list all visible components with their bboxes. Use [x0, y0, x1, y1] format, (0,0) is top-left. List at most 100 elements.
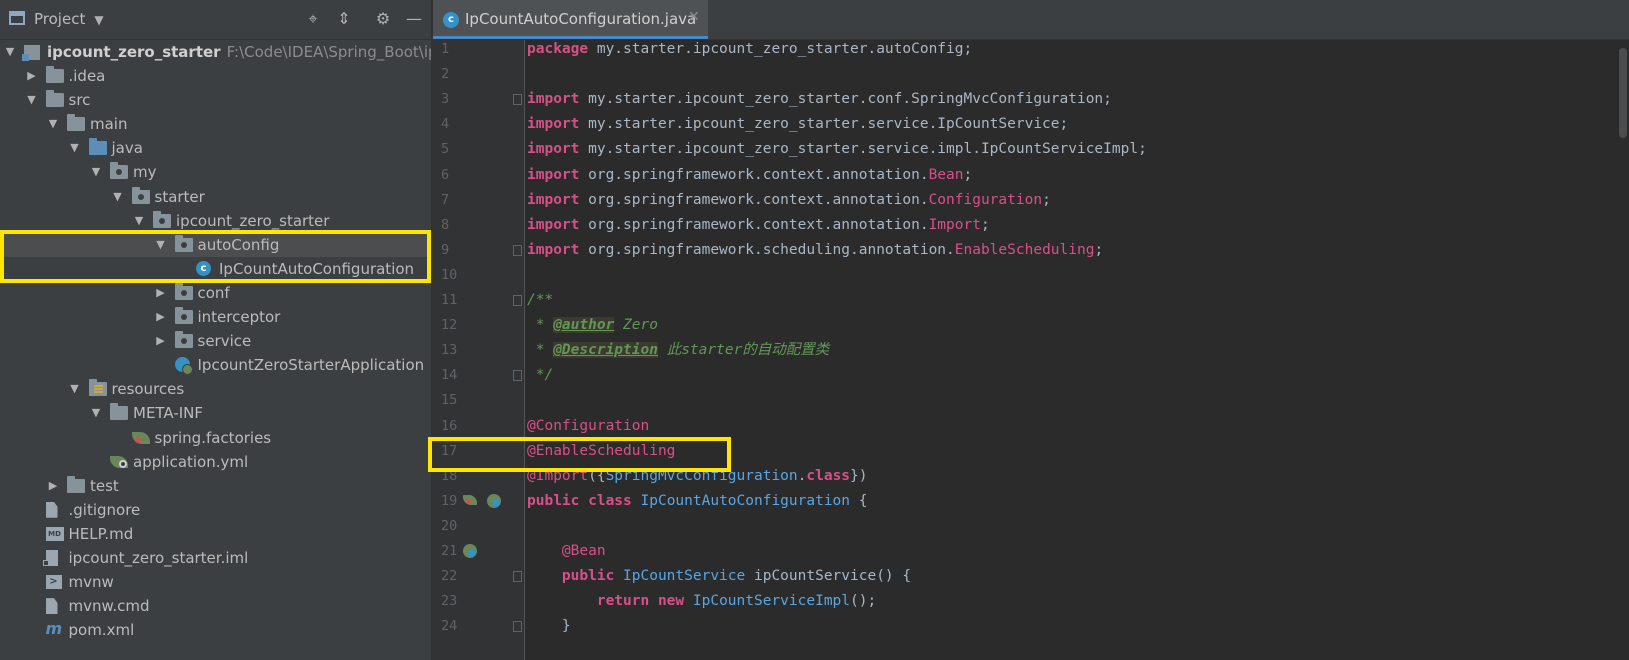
- code-text: return new IpCountServiceImpl();: [527, 589, 876, 614]
- tree-item[interactable]: ▶ test: [0, 474, 431, 498]
- code-line[interactable]: import org.springframework.context.annot…: [433, 188, 1629, 213]
- code-line[interactable]: package my.starter.ipcount_zero_starter.…: [433, 40, 1629, 62]
- tree-item[interactable]: ▼ ipcount_zero_starter: [0, 209, 431, 233]
- expand-arrow-icon[interactable]: ▼: [26, 88, 38, 112]
- tree-item[interactable]: ▶ service: [0, 329, 431, 353]
- code-line[interactable]: @Import({SpringMvcConfiguration.class}): [433, 464, 1629, 489]
- code-line[interactable]: /**: [433, 288, 1629, 313]
- code-line[interactable]: [433, 514, 1629, 539]
- tree-item[interactable]: ipcount_zero_starter.iml: [0, 546, 431, 570]
- tree-item[interactable]: ▶ interceptor: [0, 305, 431, 329]
- tree-item[interactable]: mvnw.cmd: [0, 594, 431, 618]
- expand-arrow-icon[interactable]: ▼: [90, 401, 102, 425]
- folder-icon: [110, 403, 128, 421]
- tree-item[interactable]: MD HELP.md: [0, 522, 431, 546]
- tree-item[interactable]: ▼ src: [0, 88, 431, 112]
- code-text: import my.starter.ipcount_zero_starter.c…: [527, 87, 1112, 112]
- code-text: import org.springframework.scheduling.an…: [527, 238, 1103, 263]
- tree-item[interactable]: ▶ conf: [0, 281, 431, 305]
- expand-arrow-icon[interactable]: ▼: [47, 112, 59, 136]
- code-line[interactable]: @Bean: [433, 539, 1629, 564]
- tree-item[interactable]: ▼ ipcount_zero_starter F:\Code\IDEA\Spring…: [0, 40, 431, 64]
- class-icon: c: [443, 12, 459, 28]
- code-line[interactable]: import my.starter.ipcount_zero_starter.c…: [433, 87, 1629, 112]
- expand-arrow-icon[interactable]: ▼: [69, 377, 81, 401]
- code-text: import my.starter.ipcount_zero_starter.s…: [527, 137, 1147, 162]
- code-token: my.starter.ipcount_zero_starter.conf.Spr…: [588, 91, 1112, 108]
- code-token: ;: [963, 166, 973, 183]
- expand-arrow-icon[interactable]: ▼: [4, 40, 16, 64]
- tree-item[interactable]: spring.factories: [0, 426, 431, 450]
- tree-item[interactable]: ▼ META-INF: [0, 401, 431, 425]
- tree-item-label: my: [133, 160, 157, 184]
- code-line[interactable]: @Configuration: [433, 414, 1629, 439]
- editor-scrollbar[interactable]: [1617, 40, 1629, 660]
- code-line[interactable]: @EnableScheduling: [433, 439, 1629, 464]
- tree-item-name: IpCountAutoConfiguration: [219, 259, 415, 278]
- code-text: @Bean: [527, 539, 606, 564]
- code-line[interactable]: [433, 263, 1629, 288]
- scrollbar-thumb[interactable]: [1619, 48, 1627, 138]
- expand-arrow-icon[interactable]: ▼: [133, 209, 145, 233]
- tree-item[interactable]: IpcountZeroStarterApplication: [0, 353, 431, 377]
- tree-item[interactable]: ▼ main: [0, 112, 431, 136]
- code-line[interactable]: import my.starter.ipcount_zero_starter.s…: [433, 112, 1629, 137]
- collapse-arrow-icon[interactable]: ▶: [26, 64, 38, 88]
- project-view-selector[interactable]: Project: [34, 10, 85, 28]
- code-line[interactable]: * @author Zero: [433, 313, 1629, 338]
- tree-item[interactable]: .gitignore: [0, 498, 431, 522]
- collapse-arrow-icon[interactable]: ▶: [155, 305, 167, 329]
- code-line[interactable]: * @Description 此starter的自动配置类: [433, 338, 1629, 363]
- tree-item[interactable]: ▼ starter: [0, 185, 431, 209]
- locate-target-icon[interactable]: ⌖: [302, 8, 324, 30]
- code-token: ;: [1042, 191, 1051, 208]
- tree-item[interactable]: c IpCountAutoConfiguration: [0, 257, 431, 281]
- code-editor[interactable]: 1 2 3 4 5 6 7 8 9 10 11 12 13 14 15 16 17 18 19 20 21 22 23 24 …: [433, 40, 1629, 660]
- code-line[interactable]: [433, 62, 1629, 87]
- folder-icon: [67, 475, 85, 493]
- expand-arrow-icon[interactable]: ▼: [69, 136, 81, 160]
- code-line[interactable]: import org.springframework.context.annot…: [433, 163, 1629, 188]
- code-line[interactable]: import org.springframework.scheduling.an…: [433, 238, 1629, 263]
- collapse-arrow-icon[interactable]: ▶: [155, 281, 167, 305]
- code-line[interactable]: public class IpCountAutoConfiguration {: [433, 489, 1629, 514]
- minimize-icon[interactable]: —: [403, 8, 425, 30]
- code-line[interactable]: return new IpCountServiceImpl();: [433, 589, 1629, 614]
- code-line[interactable]: [433, 388, 1629, 413]
- tree-item[interactable]: ▶ .idea: [0, 64, 431, 88]
- chevron-down-icon[interactable]: ▼: [88, 9, 110, 31]
- tree-item-label: META-INF: [133, 401, 203, 425]
- code-line[interactable]: import org.springframework.context.annot…: [433, 213, 1629, 238]
- close-icon[interactable]: ✕: [688, 9, 700, 25]
- collapse-arrow-icon[interactable]: ▶: [47, 474, 59, 498]
- code-text: * @Description 此starter的自动配置类: [527, 338, 829, 363]
- tree-item-label: .idea: [69, 64, 106, 88]
- tree-item-name: .gitignore: [68, 500, 141, 519]
- iml-file-icon: [42, 549, 58, 566]
- collapse-all-icon[interactable]: ⇕: [333, 8, 355, 30]
- tree-item[interactable]: ▼ autoConfig: [0, 232, 431, 257]
- tree-item-label: mvnw: [69, 570, 114, 594]
- code-token: ();: [850, 593, 877, 610]
- expand-arrow-icon[interactable]: ▼: [112, 185, 124, 209]
- collapse-arrow-icon[interactable]: ▶: [155, 329, 167, 353]
- tree-item[interactable]: ▼ my: [0, 160, 431, 184]
- code-token: Configuration: [928, 191, 1043, 208]
- expand-arrow-icon[interactable]: ▼: [155, 233, 167, 257]
- gear-icon[interactable]: ⚙: [372, 8, 394, 30]
- tree-item[interactable]: ▼ java: [0, 136, 431, 160]
- expand-arrow-icon[interactable]: ▼: [90, 160, 102, 184]
- tree-item[interactable]: > mvnw: [0, 570, 431, 594]
- tree-item[interactable]: application.yml: [0, 450, 431, 474]
- code-line[interactable]: */: [433, 363, 1629, 388]
- tree-item-label: ipcount_zero_starter F:\Code\IDEA\Spring_…: [47, 40, 431, 64]
- tab-ipcountautoconfiguration[interactable]: c IpCountAutoConfiguration.java ✕: [433, 0, 708, 39]
- code-line[interactable]: public IpCountService ipCountService() {: [433, 564, 1629, 589]
- code-token: ;: [980, 216, 990, 233]
- tree-item[interactable]: ▼ resources: [0, 377, 431, 401]
- tree-item-label: interceptor: [198, 305, 281, 329]
- code-line[interactable]: }: [433, 614, 1629, 639]
- tree-item[interactable]: m pom.xml: [0, 618, 431, 642]
- code-line[interactable]: import my.starter.ipcount_zero_starter.s…: [433, 137, 1629, 162]
